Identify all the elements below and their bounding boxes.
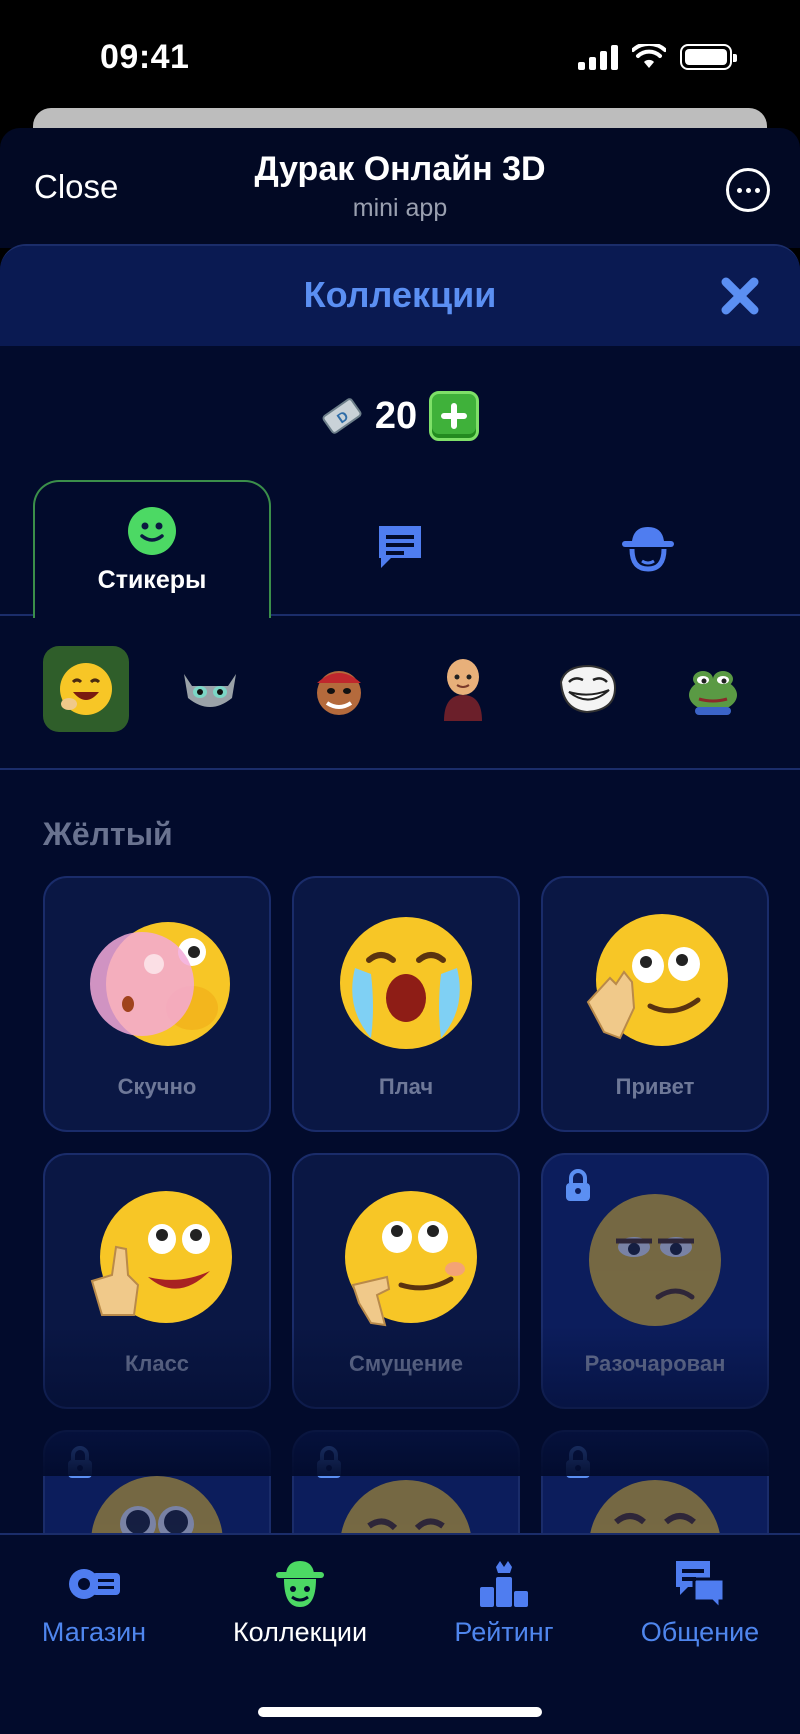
- nav-rating[interactable]: Рейтинг: [404, 1557, 604, 1648]
- pack-trollface[interactable]: [545, 646, 631, 732]
- sticker-pack-row: [0, 616, 800, 770]
- sticker-label: Скучно: [117, 1074, 197, 1099]
- pack-yellow[interactable]: [43, 646, 129, 732]
- pack-pirate[interactable]: [296, 646, 382, 732]
- miniapp-header: Close Дурак Онлайн 3D mini app: [0, 128, 800, 248]
- pirate-face-icon: [317, 671, 361, 715]
- more-options-icon[interactable]: [726, 168, 770, 212]
- currency-balance: D 20: [0, 391, 800, 441]
- bottom-navigation: Магазин Коллекции Рейтинг Общение: [0, 1533, 800, 1734]
- shop-icon: [69, 1569, 120, 1599]
- wifi-icon: [632, 44, 666, 68]
- collections-hat-icon: [276, 1561, 324, 1607]
- waving-emoji-icon: [586, 914, 728, 1046]
- tab-phrases[interactable]: [300, 480, 500, 616]
- battery-icon: [680, 44, 737, 70]
- ticket-icon: D: [322, 398, 362, 434]
- disappointed-emoji-icon: [589, 1194, 721, 1326]
- sticker-card-disappointed[interactable]: Разочарован: [541, 1153, 769, 1409]
- bored-emoji-icon: [90, 922, 230, 1046]
- nav-label: Рейтинг: [454, 1617, 554, 1647]
- smiley-icon: [128, 506, 176, 555]
- tab-avatars[interactable]: [548, 480, 748, 616]
- sticker-card-bored[interactable]: Скучно: [43, 876, 271, 1132]
- close-icon[interactable]: [718, 274, 762, 318]
- status-bar: 09:41: [0, 0, 800, 110]
- pack-cat[interactable]: [167, 646, 253, 732]
- sticker-card-cry[interactable]: Плач: [292, 876, 520, 1132]
- trollface-icon: [559, 664, 617, 714]
- signal-icon: [578, 44, 618, 70]
- laughing-emoji-icon: [60, 663, 112, 715]
- man-face-icon: [444, 659, 482, 721]
- miniapp-subtitle: mini app: [352, 194, 448, 222]
- thumbsup-emoji-icon: [90, 1191, 232, 1323]
- sticker-label: Смущение: [349, 1351, 463, 1376]
- home-indicator: [258, 1707, 542, 1717]
- pepe-frog-icon: [689, 671, 737, 715]
- tab-stickers[interactable]: Стикеры: [33, 480, 271, 618]
- crying-emoji-icon: [340, 917, 472, 1049]
- pack-pepe[interactable]: [670, 646, 756, 732]
- shy-emoji-icon: [345, 1191, 477, 1327]
- hat-mask-icon: [622, 527, 674, 572]
- chat-bubble-icon: [379, 526, 421, 568]
- sticker-card-shy[interactable]: Смущение: [292, 1153, 520, 1409]
- sticker-label: Привет: [615, 1074, 695, 1099]
- cat-face-icon: [184, 674, 236, 707]
- currency-value: 20: [374, 394, 418, 437]
- page-title: Коллекции: [303, 274, 497, 315]
- chat-icon: [676, 1561, 726, 1611]
- collections-screen: Коллекции D 20 Стикеры Жёлтый Скучно Пла…: [0, 244, 800, 1734]
- sticker-label: Плач: [378, 1074, 434, 1099]
- add-currency-button[interactable]: [429, 391, 480, 441]
- nav-chat[interactable]: Общение: [600, 1557, 800, 1648]
- nav-shop[interactable]: Магазин: [0, 1557, 194, 1648]
- plus-icon: [441, 403, 468, 429]
- podium-icon: [480, 1561, 528, 1607]
- status-time: 09:41: [100, 38, 190, 76]
- collection-tabs: Стикеры: [0, 480, 800, 618]
- nav-label: Магазин: [41, 1617, 147, 1647]
- sticker-card-hello[interactable]: Привет: [541, 876, 769, 1132]
- sticker-label: Класс: [124, 1351, 190, 1376]
- status-icons: [578, 44, 737, 70]
- nav-collections[interactable]: Коллекции: [200, 1557, 400, 1648]
- collections-header: Коллекции: [0, 246, 800, 346]
- sticker-label: Разочарован: [584, 1351, 726, 1376]
- miniapp-title: Дурак Онлайн 3D: [254, 150, 546, 188]
- nav-label: Общение: [640, 1617, 760, 1647]
- section-title: Жёлтый: [43, 816, 173, 852]
- sticker-card-thumbsup[interactable]: Класс: [43, 1153, 271, 1409]
- pack-man[interactable]: [420, 646, 506, 732]
- nav-label: Коллекции: [232, 1617, 368, 1647]
- tab-label: Стикеры: [97, 565, 207, 594]
